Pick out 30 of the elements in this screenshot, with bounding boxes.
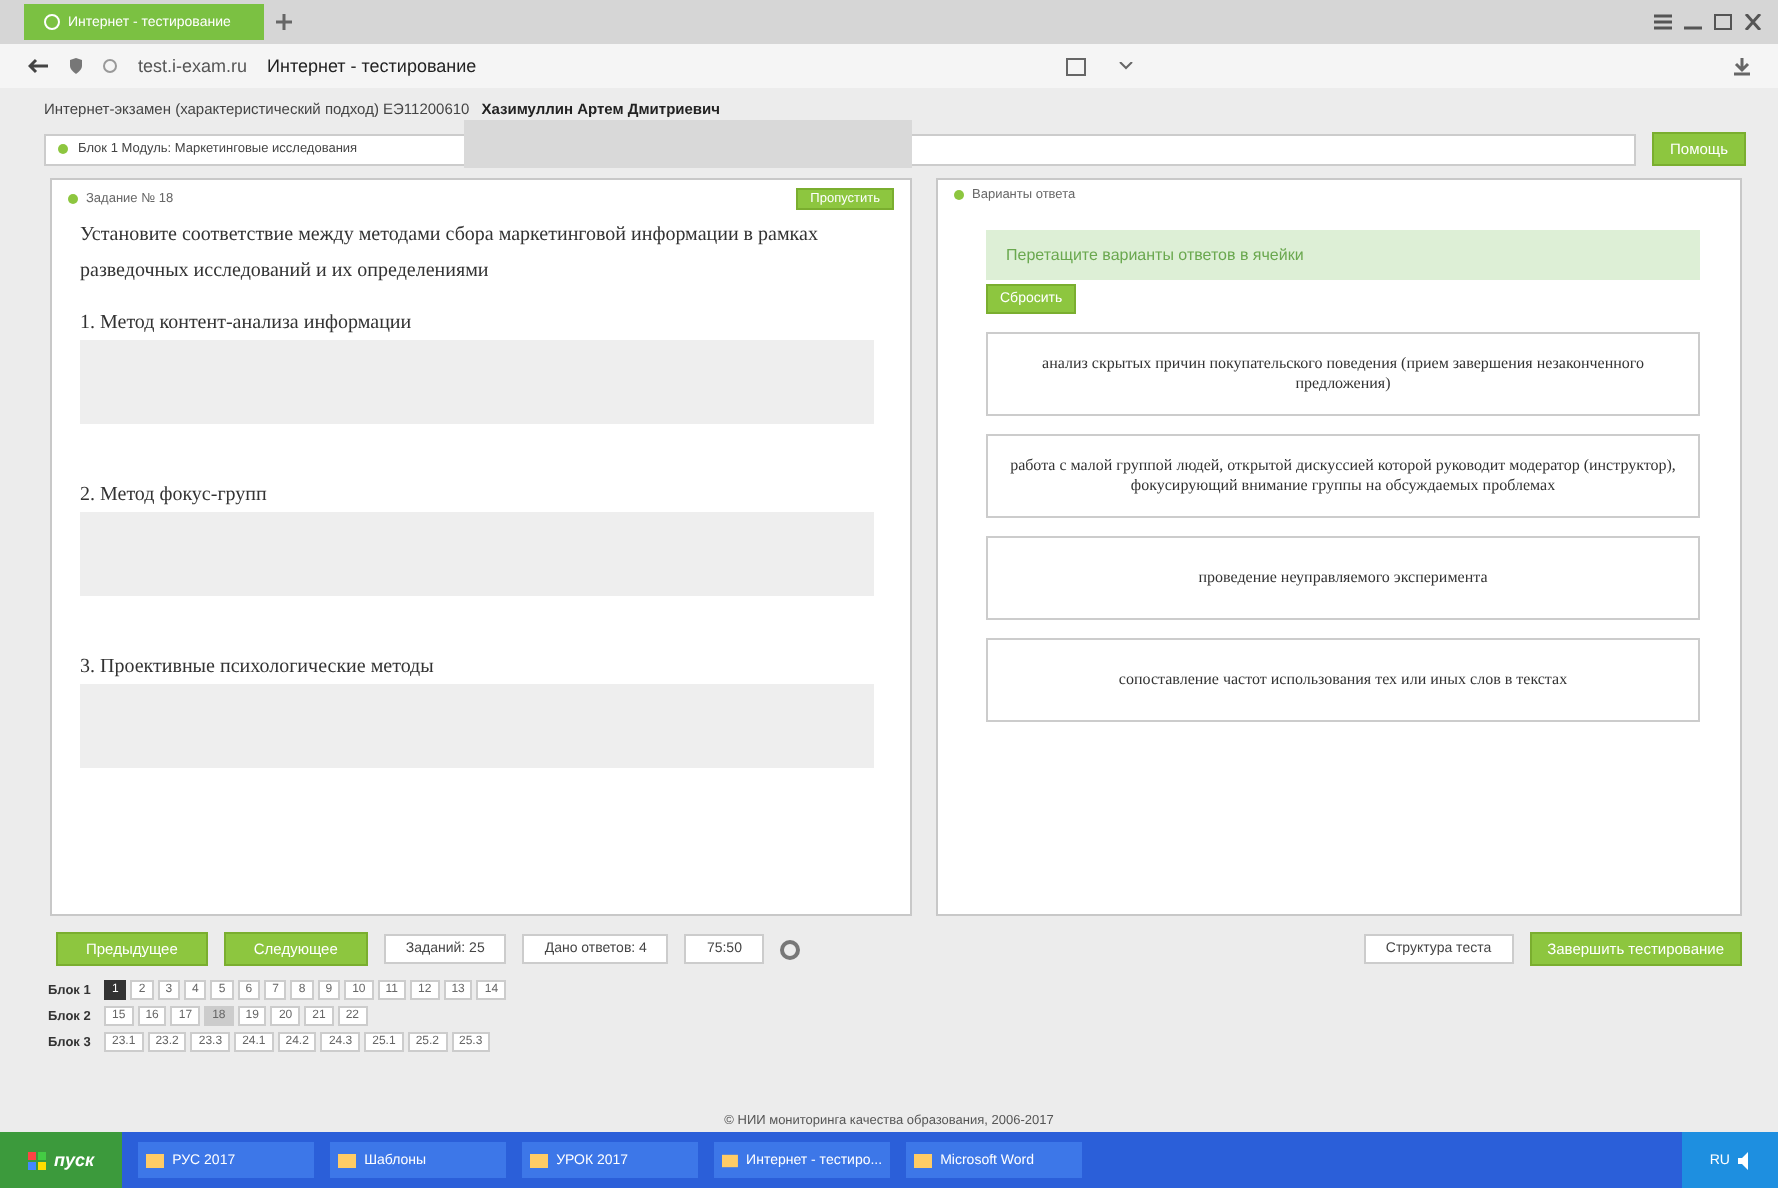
answer-option[interactable]: сопоставление частот использования тех или иных слов в текстах (986, 638, 1700, 722)
answer-option[interactable]: анализ скрытых причин покупательского поведения (прием завершения незаконченного предложения) (986, 332, 1700, 416)
start-button[interactable]: пуск (0, 1132, 123, 1188)
bullet-icon (68, 194, 78, 204)
window-icon (146, 1153, 165, 1167)
window-icon (722, 1153, 739, 1167)
window-icon (530, 1153, 549, 1167)
speaker-icon (1738, 1151, 1750, 1169)
match-item-label: 1. Метод контент-анализа информации (80, 312, 414, 334)
windows-flag-icon (28, 1151, 46, 1169)
question-text: Установите соответствие между методами сбора маркетинговой информации в рамках разведочных исследований и их определениями (80, 222, 820, 285)
back-arrow-icon[interactable] (28, 58, 50, 74)
maximize-icon[interactable] (1714, 14, 1732, 30)
answer-option[interactable]: работа с малой группой людей, открытой дискуссией которой руководит модератор (инструктор), фокусирующий внимание группы на обсуждаемых проблемах (986, 434, 1700, 518)
download-icon[interactable] (1734, 57, 1751, 75)
bullet-icon (58, 144, 68, 154)
bookmark-icon[interactable] (1065, 57, 1086, 75)
window-icon (338, 1153, 357, 1167)
shield-icon (70, 58, 82, 74)
new-tab-icon[interactable] (276, 14, 292, 30)
close-icon[interactable] (1744, 14, 1762, 30)
hint-banner: Перетащите варианты ответов в ячейки (986, 230, 1700, 280)
page-title: Интернет - тестирование (267, 56, 477, 76)
url-host[interactable]: test.i-exam.ru (138, 56, 248, 76)
window-icon (914, 1153, 933, 1167)
answer-option[interactable]: проведение неуправляемого эксперимента (986, 536, 1700, 620)
match-item-label: 2. Метод фокус-групп (80, 484, 269, 506)
bullet-icon (954, 190, 964, 200)
menu-icon[interactable] (1654, 14, 1672, 30)
match-item-label: 3. Проективные психологические методы (80, 656, 436, 678)
